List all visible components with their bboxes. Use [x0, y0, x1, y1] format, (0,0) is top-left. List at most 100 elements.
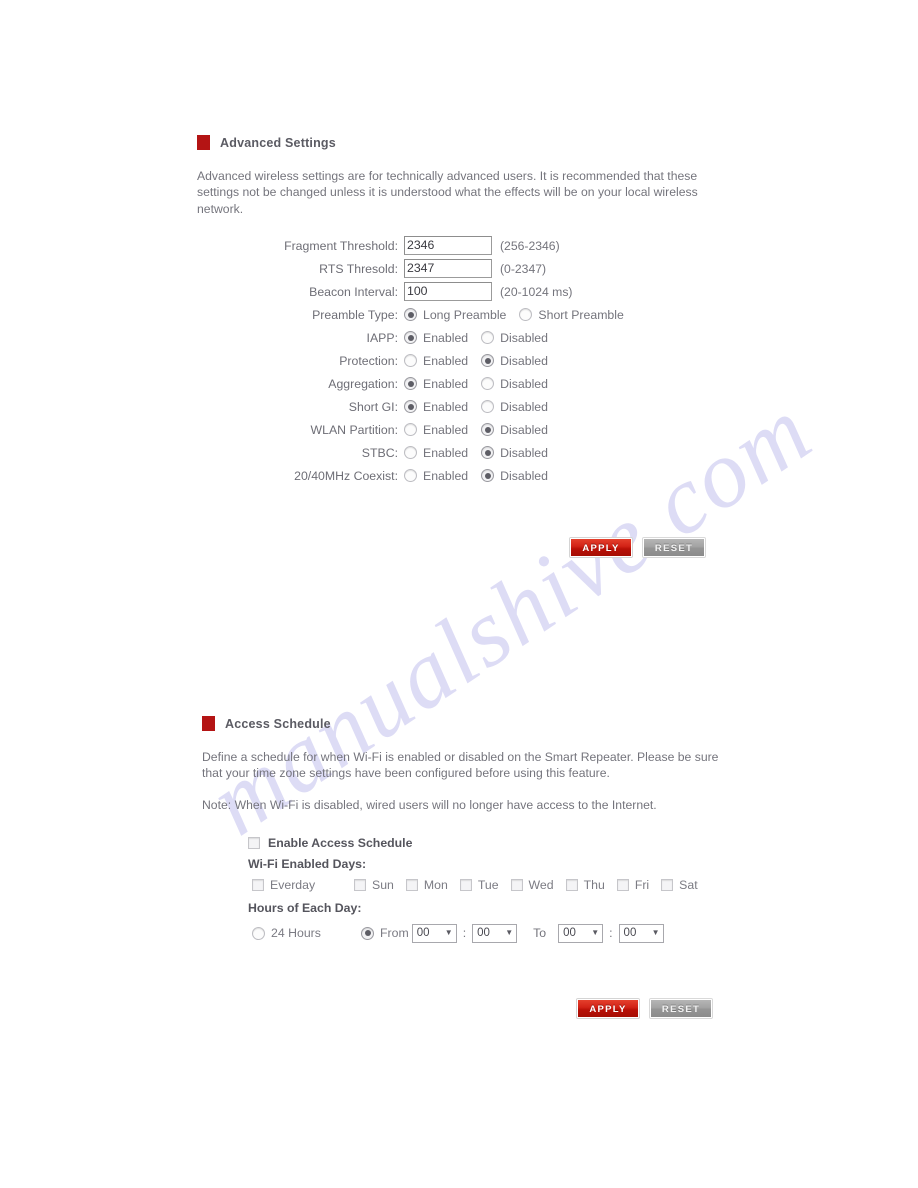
field-row-short-gi: Short GI: Enabled Disabled	[196, 395, 756, 418]
radio-aggregation-enabled[interactable]: Enabled	[404, 377, 468, 391]
radio-short-gi-disabled[interactable]: Disabled	[481, 400, 548, 414]
radio-protection-enabled[interactable]: Enabled	[404, 354, 468, 368]
radio-indicator-icon	[404, 446, 417, 459]
radio-indicator-icon	[404, 423, 417, 436]
fragment-threshold-input[interactable]	[404, 236, 492, 255]
access-schedule-note: Note: When Wi-Fi is disabled, wired user…	[202, 798, 657, 812]
checkbox-day-everday[interactable]: Everday	[252, 878, 342, 892]
radio-coexist-enabled[interactable]: Enabled	[404, 469, 468, 483]
radio-protection-disabled[interactable]: Disabled	[481, 354, 548, 368]
label-stbc: STBC:	[361, 445, 398, 460]
checkbox-day-tue[interactable]: Tue	[459, 878, 499, 892]
checkbox-icon	[405, 879, 418, 891]
hint-fragment-threshold: (256-2346)	[500, 238, 560, 253]
radio-indicator-icon	[404, 308, 417, 321]
radio-label: Enabled	[423, 330, 469, 345]
radio-aggregation-disabled[interactable]: Disabled	[481, 377, 548, 391]
label-preamble-type: Preamble Type:	[312, 307, 398, 322]
radio-label: Enabled	[423, 468, 469, 483]
label-wlan-partition: WLAN Partition:	[310, 422, 398, 437]
hours-of-each-day-label: Hours of Each Day:	[248, 901, 362, 915]
access-schedule-button-bar: APPLY RESET	[577, 999, 712, 1018]
radio-wlan-partition-enabled[interactable]: Enabled	[404, 423, 468, 437]
label-beacon-interval: Beacon Interval:	[309, 284, 398, 299]
to-hour-select[interactable]: 00 ▼	[558, 923, 604, 943]
enable-access-schedule-row[interactable]: Enable Access Schedule	[248, 832, 718, 853]
radio-preamble-long[interactable]: Long Preamble	[404, 308, 506, 322]
radio-coexist-disabled[interactable]: Disabled	[481, 469, 548, 483]
schedule-reset-button[interactable]: RESET	[650, 999, 712, 1018]
field-row-fragment-threshold: Fragment Threshold: (256-2346)	[196, 234, 756, 257]
radio-label: From	[380, 926, 409, 940]
hint-rts-threshold: (0-2347)	[500, 261, 547, 276]
checkbox-day-sun[interactable]: Sun	[354, 878, 394, 892]
checkbox-icon	[459, 879, 472, 891]
radio-short-gi-enabled[interactable]: Enabled	[404, 400, 468, 414]
to-minute-select[interactable]: 00 ▼	[618, 923, 664, 943]
label-rts-threshold: RTS Thresold:	[319, 261, 398, 276]
radio-wlan-partition-disabled[interactable]: Disabled	[481, 423, 548, 437]
from-hour-select[interactable]: 00 ▼	[411, 923, 457, 943]
from-minute-select[interactable]: 00 ▼	[472, 923, 518, 943]
radio-indicator-icon	[481, 469, 495, 482]
advanced-reset-button[interactable]: RESET	[643, 538, 705, 557]
checkbox-day-thu[interactable]: Thu	[565, 878, 605, 892]
radio-iapp-enabled[interactable]: Enabled	[404, 331, 468, 345]
radio-indicator-icon	[481, 423, 495, 436]
checkbox-day-sat[interactable]: Sat	[661, 878, 698, 892]
radio-label: Long Preamble	[423, 307, 507, 322]
wifi-enabled-days-label: Wi-Fi Enabled Days:	[248, 856, 367, 871]
radio-label: Enabled	[423, 376, 469, 391]
advanced-settings-description: Advanced wireless settings are for techn…	[197, 169, 698, 216]
radio-indicator-icon	[481, 354, 495, 367]
rts-threshold-input[interactable]	[404, 259, 492, 278]
radio-iapp-disabled[interactable]: Disabled	[481, 331, 548, 345]
radio-label: Enabled	[423, 445, 469, 460]
radio-label: Enabled	[423, 353, 469, 368]
beacon-interval-input[interactable]	[404, 282, 492, 301]
section-marker-icon	[197, 135, 210, 150]
checkbox-icon	[510, 879, 523, 891]
advanced-apply-button[interactable]: APPLY	[570, 538, 632, 557]
radio-label: Enabled	[423, 422, 469, 437]
advanced-settings-title: Advanced Settings	[220, 135, 336, 150]
day-label: Thu	[583, 878, 605, 892]
radio-preamble-short[interactable]: Short Preamble	[519, 307, 624, 322]
chevron-down-icon: ▼	[444, 928, 453, 937]
checkbox-day-mon[interactable]: Mon	[405, 878, 448, 892]
checkbox-icon	[661, 879, 674, 891]
access-schedule-title: Access Schedule	[225, 716, 331, 731]
checkbox-icon	[354, 879, 366, 891]
checkbox-day-fri[interactable]: Fri	[616, 878, 649, 892]
to-hour-value: 00	[563, 927, 576, 939]
field-row-iapp: IAPP: Enabled Disabled	[196, 326, 756, 349]
wifi-enabled-days-heading: Wi-Fi Enabled Days:	[248, 853, 718, 874]
radio-indicator-icon	[252, 926, 265, 940]
chevron-down-icon: ▼	[591, 928, 600, 937]
radio-indicator-icon	[404, 469, 417, 482]
radio-indicator-icon	[481, 331, 495, 344]
day-label: Wed	[528, 878, 554, 892]
radio-24-hours[interactable]: 24 Hours	[252, 926, 348, 940]
enable-access-schedule-checkbox[interactable]	[248, 836, 260, 849]
checkbox-icon	[252, 879, 264, 891]
radio-indicator-icon	[481, 400, 495, 413]
radio-stbc-enabled[interactable]: Enabled	[404, 446, 468, 460]
radio-from-range[interactable]: From	[361, 926, 409, 940]
radio-indicator-icon	[481, 446, 495, 459]
radio-label: Short Preamble	[538, 307, 624, 322]
field-row-coexist: 20/40MHz Coexist: Enabled Disabled	[196, 464, 756, 487]
checkbox-icon	[565, 879, 578, 891]
field-row-aggregation: Aggregation: Enabled Disabled	[196, 372, 756, 395]
from-hour-value: 00	[416, 927, 430, 939]
radio-indicator-icon	[404, 331, 417, 344]
radio-label: 24 Hours	[271, 926, 321, 940]
label-short-gi: Short GI:	[348, 399, 398, 414]
radio-indicator-icon	[404, 354, 417, 367]
hours-of-each-day-heading: Hours of Each Day:	[248, 896, 718, 920]
checkbox-day-wed[interactable]: Wed	[510, 878, 554, 892]
field-row-wlan-partition: WLAN Partition: Enabled Disabled	[196, 418, 756, 441]
radio-stbc-disabled[interactable]: Disabled	[481, 446, 548, 460]
advanced-settings-header: Advanced Settings	[197, 135, 336, 150]
schedule-apply-button[interactable]: APPLY	[577, 999, 639, 1018]
